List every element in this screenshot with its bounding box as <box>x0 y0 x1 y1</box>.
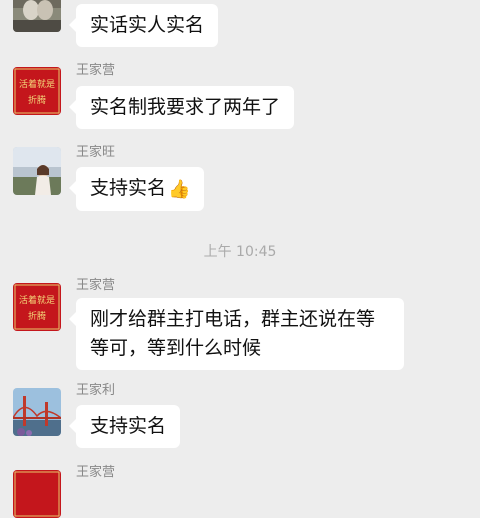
message-text: 实名制我要求了两年了 <box>90 96 281 118</box>
message-bubble[interactable]: 刚才给群主打电话，群主还说在等等可，等到什么时候 <box>69 298 404 370</box>
message-text: 实话实人实名 <box>90 14 205 36</box>
avatar[interactable] <box>13 470 61 518</box>
avatar-calligraphy-line1: 活着就是 <box>19 78 55 90</box>
message-bubble[interactable]: 实名制我要求了两年了 <box>68 86 295 129</box>
avatar[interactable] <box>13 388 61 436</box>
avatar-calligraphy-line2: 折腾 <box>28 310 46 322</box>
avatar-calligraphy-line1: 活着就是 <box>19 294 55 306</box>
message-text: 支持实名 <box>90 177 167 199</box>
timestamp: 上午 10:45 <box>203 244 277 260</box>
sender-name: 王家营 <box>76 63 116 78</box>
sender-name: 王家利 <box>76 383 116 398</box>
thumbs-up-icon: 👍 <box>168 179 191 200</box>
sender-name: 王家营 <box>76 465 116 480</box>
message-bubble[interactable]: 支持实名 👍 <box>68 167 205 211</box>
message-bubble[interactable]: 实话实人实名 <box>68 4 219 47</box>
sender-name: 王家营 <box>76 278 116 293</box>
sender-name: 王家旺 <box>76 145 116 160</box>
avatar[interactable]: 活着就是 折腾 <box>13 283 61 331</box>
avatar-calligraphy-line2: 折腾 <box>28 94 46 106</box>
avatar[interactable] <box>13 147 61 195</box>
message-text: 刚才给群主打电话，群主还说在等等可，等到什么时候 <box>90 308 376 359</box>
avatar[interactable] <box>13 0 61 32</box>
avatar[interactable]: 活着就是 折腾 <box>13 67 61 115</box>
message-bubble[interactable]: 支持实名 <box>68 405 181 448</box>
message-text: 支持实名 <box>90 415 167 437</box>
